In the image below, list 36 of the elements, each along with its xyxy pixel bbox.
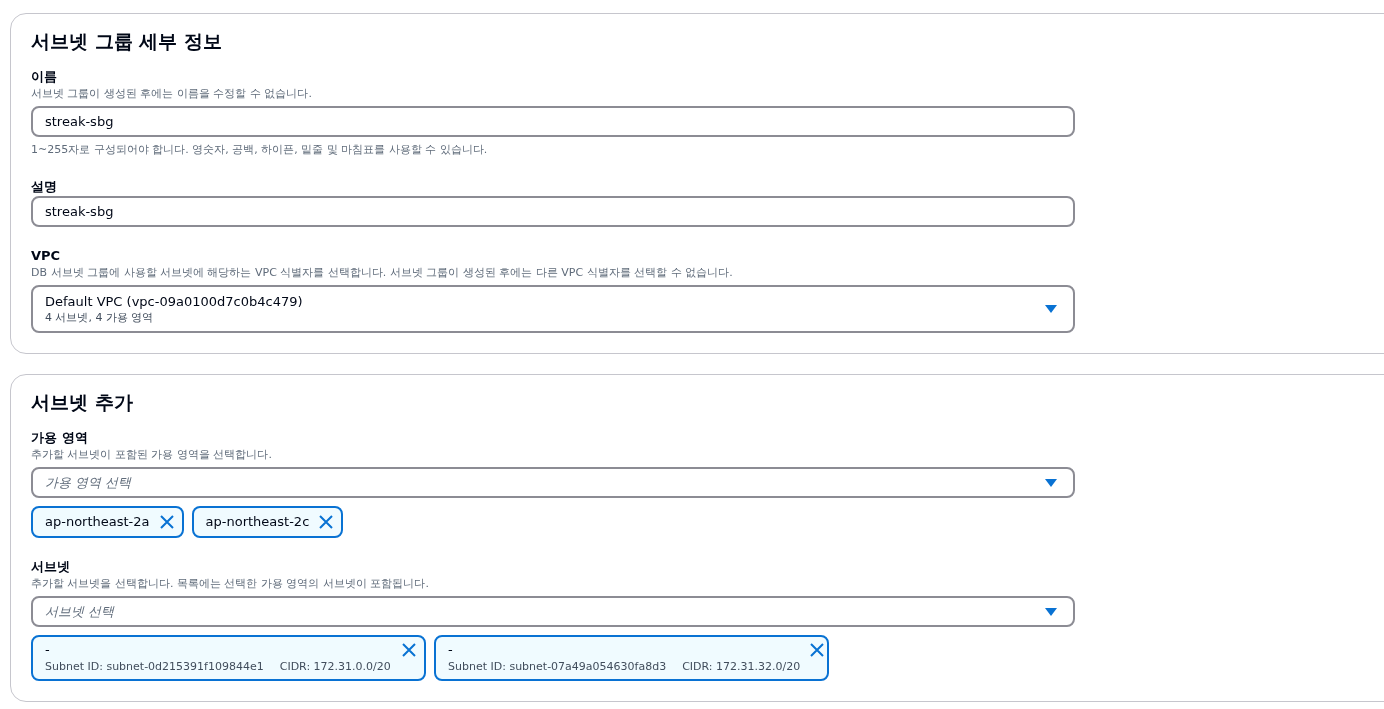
token-label: ap-northeast-2a	[45, 513, 150, 531]
field-label: 설명	[31, 178, 58, 196]
token-detail: Subnet ID: subnet-0d215391f109844e1	[45, 659, 264, 675]
caret-down-icon[interactable]	[1045, 478, 1057, 487]
field-description: 추가할 서브넷이 포함된 가용 영역을 선택합니다.	[31, 447, 273, 463]
token-label: ap-northeast-2c	[205, 513, 310, 531]
close-icon[interactable]	[159, 515, 174, 529]
select-field[interactable]: 서브넷 선택	[31, 596, 1075, 627]
field-description: 추가할 서브넷을 선택합니다. 목록에는 선택한 가용 영역의 서브넷이 포함됩니다.	[31, 576, 430, 592]
select-field[interactable]: 가용 영역 선택	[31, 467, 1075, 498]
token-label: -	[448, 641, 454, 659]
field-label: VPC	[31, 247, 62, 265]
caret-down-icon[interactable]	[1045, 305, 1057, 313]
caret-down-icon[interactable]	[1045, 607, 1057, 616]
select-placeholder: 가용 영역 선택	[45, 473, 132, 492]
vpc-select[interactable]: Default VPC (vpc-09a0100d7c0b4c479) 4 서브넷, 4 가용 영역	[31, 285, 1075, 333]
token-detail: Subnet ID: subnet-07a49a054630fa8d3	[448, 659, 667, 675]
field-description: DB 서브넷 그룹에 사용할 서브넷에 해당하는 VPC 식별자를 선택합니다. 서브넷 그룹이 생성된 후에는 다른 VPC 식별자를 선택할 수 없습니다.	[31, 265, 734, 281]
close-icon[interactable]	[402, 643, 416, 657]
field-label: 가용 영역	[31, 429, 89, 447]
field-label: 서브넷	[31, 558, 71, 576]
field-description: 서브넷 그룹이 생성된 후에는 이름을 수정할 수 없습니다.	[31, 86, 313, 102]
section-title: 서브넷 추가	[31, 390, 134, 415]
text-input[interactable]: streak-sbg	[31, 106, 1075, 137]
token-detail: CIDR: 172.31.32.0/20	[682, 659, 801, 675]
field-label: 이름	[31, 68, 58, 86]
close-icon[interactable]	[810, 643, 825, 657]
text-input[interactable]: streak-sbg	[31, 196, 1075, 227]
section-title: 서브넷 그룹 세부 정보	[31, 29, 223, 54]
close-icon[interactable]	[319, 515, 334, 529]
select-value: Default VPC (vpc-09a0100d7c0b4c479)	[45, 293, 303, 310]
constraint-text: 1~255자로 구성되어야 합니다. 영숫자, 공백, 하이픈, 밑줄 및 마침표를 사용할 수 있습니다.	[31, 142, 489, 158]
select-secondary-text: 4 서브넷, 4 가용 영역	[45, 310, 155, 325]
token-label: -	[45, 641, 51, 659]
select-placeholder: 서브넷 선택	[45, 602, 115, 621]
token-detail: CIDR: 172.31.0.0/20	[279, 659, 391, 675]
